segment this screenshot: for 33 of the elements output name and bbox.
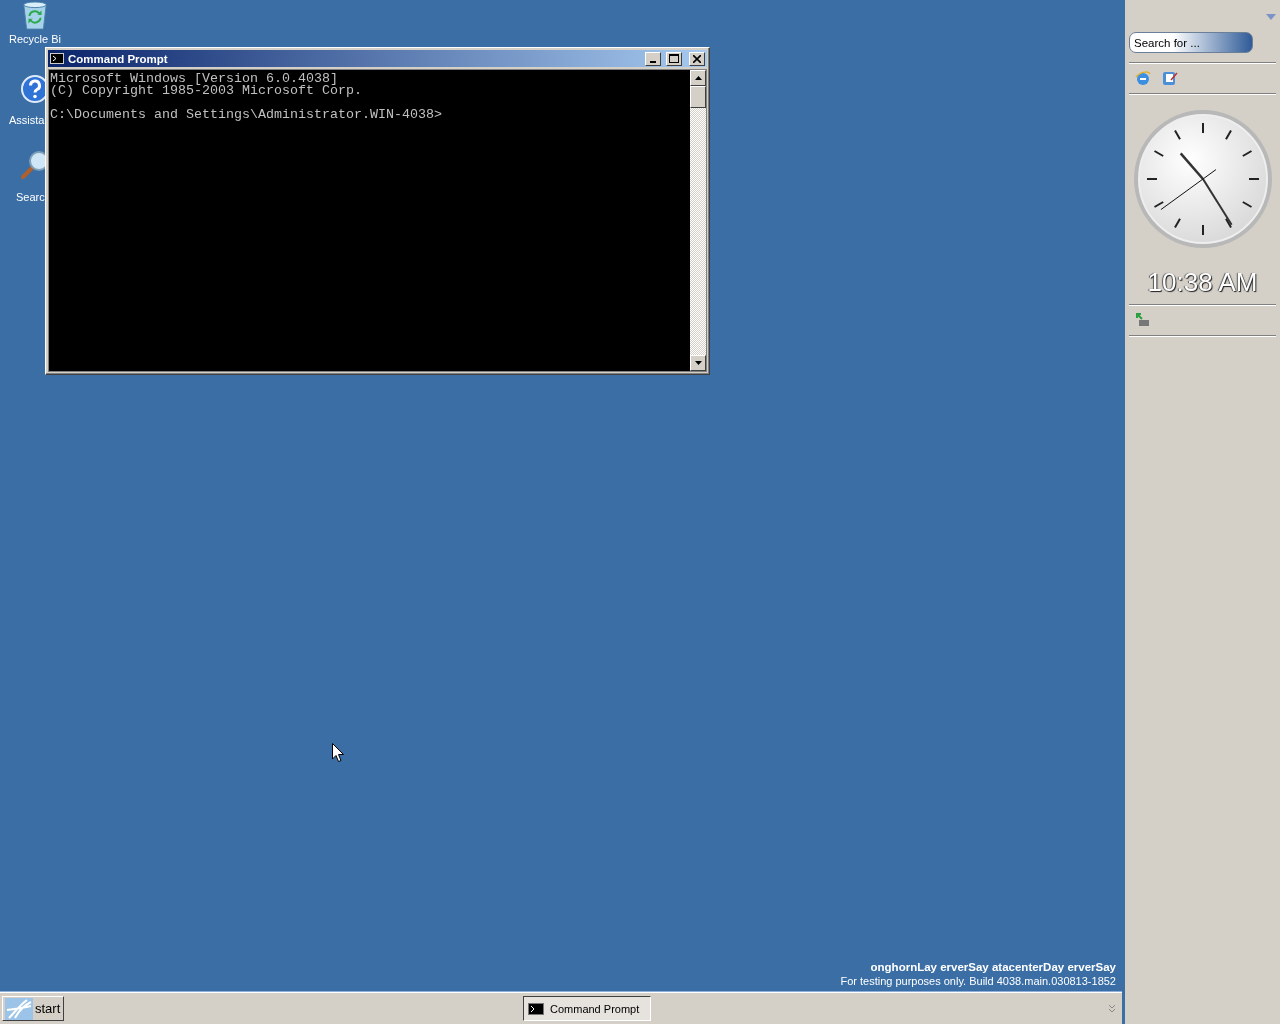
flag-icon [5,997,33,1020]
desktop-icon-label[interactable]: Recycle Bi [0,33,61,46]
maximize-button[interactable] [666,51,682,66]
build-info: For testing purposes only. Build 4038.main.030813-1852 [840,974,1116,988]
build-title: onghornLay erverSay atacenterDay erverSay [870,960,1116,974]
up-arrow-icon [694,76,702,80]
recycle-bin-icon [21,1,49,31]
desktop-icon-label[interactable]: Searc [0,191,45,204]
desktop-icon-label[interactable]: Assista [0,114,45,127]
search-field[interactable]: Search for ... [1129,32,1253,53]
mouse-cursor-icon [332,743,344,763]
close-button[interactable] [689,51,705,66]
scroll-down-button[interactable] [690,355,706,371]
start-button[interactable]: start [2,996,64,1021]
console-line: (C) Copyright 1985-2003 Microsoft Corp. [50,85,363,97]
maximize-icon [669,54,679,63]
window-title: Command Prompt [68,52,169,65]
minimize-icon [650,60,656,63]
taskbar-button[interactable]: Command Prompt [523,996,651,1021]
close-icon [693,54,701,63]
clock-time: 10:38 AM [1146,267,1259,298]
down-arrow-icon [694,361,702,365]
title-bar[interactable]: Command Prompt [48,50,707,67]
scroll-up-button[interactable] [690,70,706,86]
console-icon [50,53,64,64]
console-icon [528,1002,544,1015]
minimize-button[interactable] [645,51,661,66]
document-icon[interactable] [1162,70,1178,86]
console-line: Microsoft Windows [Version 6.0.4038] [50,73,338,85]
command-prompt-line: C:\Documents and Settings\Administrator.WIN-4038> [50,109,443,121]
globe-icon[interactable] [1135,70,1151,86]
scroll-thumb[interactable] [690,86,706,108]
network-icon[interactable] [1135,312,1151,328]
